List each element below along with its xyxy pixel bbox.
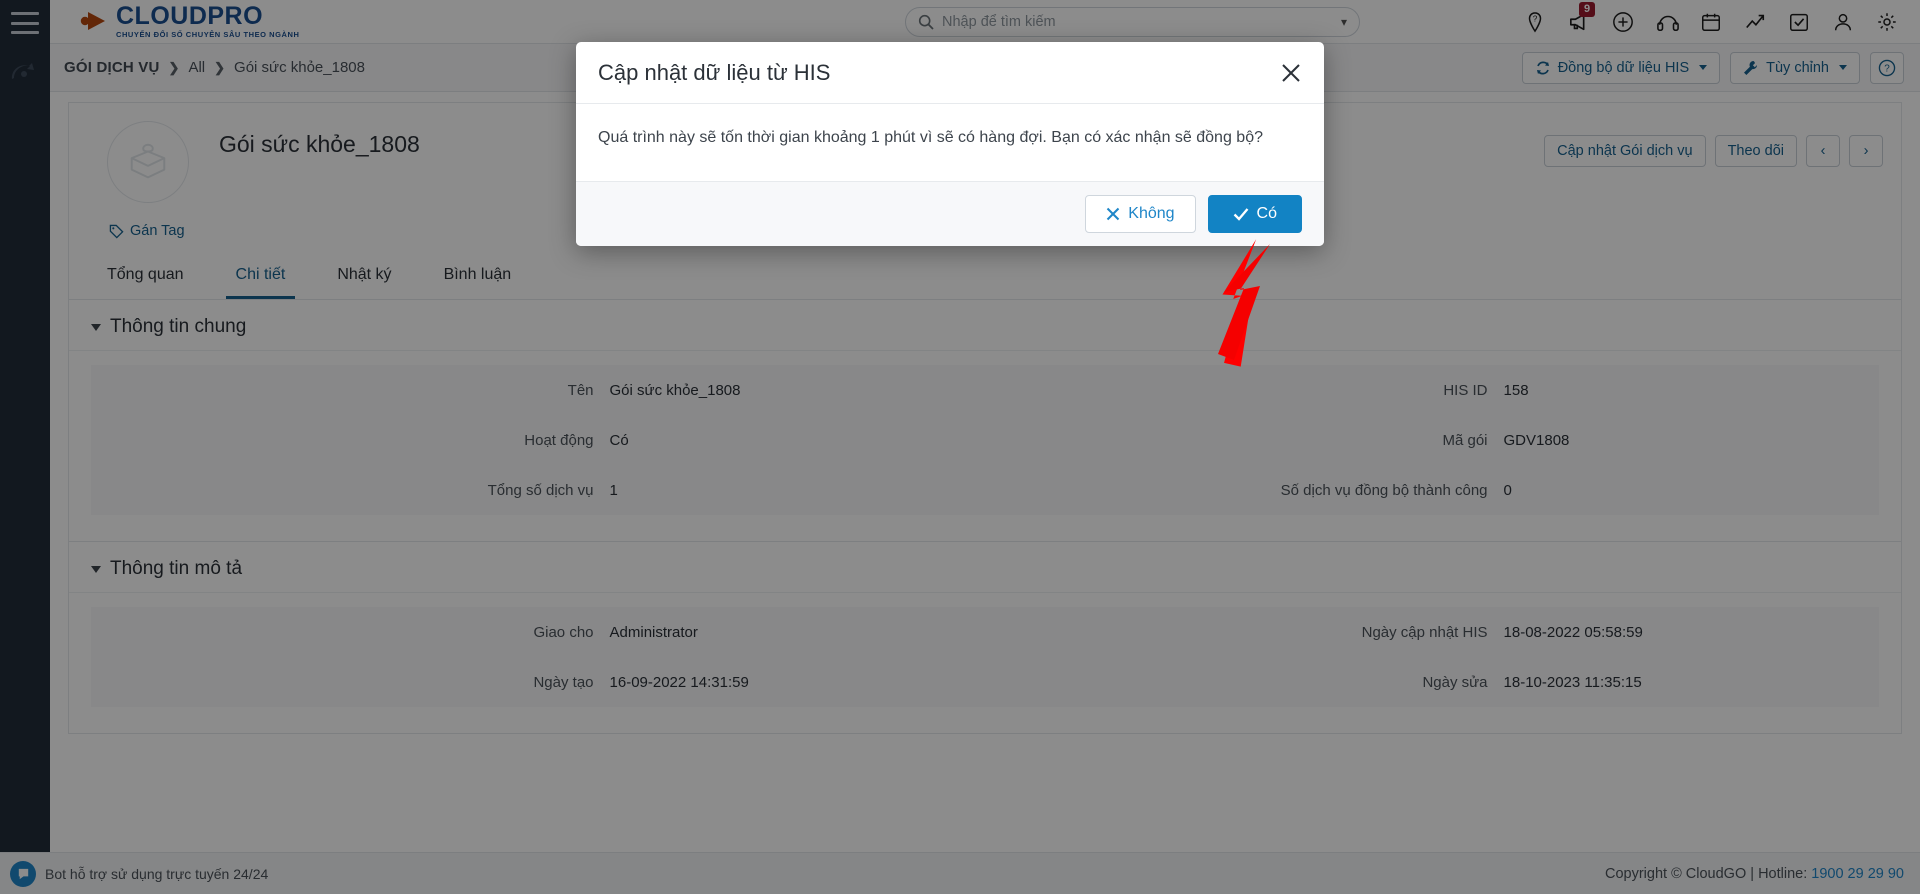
dialog-message: Quá trình này sẽ tốn thời gian khoảng 1 … bbox=[598, 129, 1263, 146]
x-icon bbox=[1107, 207, 1120, 221]
confirm-label: Có bbox=[1256, 204, 1277, 222]
app-root: CLOUDPRO CHUYỂN ĐỔI SỐ CHUYÊN SÂU THEO N… bbox=[0, 0, 1920, 894]
dialog-title: Cập nhật dữ liệu từ HIS bbox=[598, 59, 831, 85]
check-icon bbox=[1233, 208, 1248, 221]
cancel-label: Không bbox=[1128, 204, 1175, 222]
dialog-body: Quá trình này sẽ tốn thời gian khoảng 1 … bbox=[576, 104, 1324, 181]
annotation-arrow-icon bbox=[1218, 239, 1270, 367]
close-icon[interactable] bbox=[1278, 60, 1304, 86]
cancel-button[interactable]: Không bbox=[1085, 194, 1196, 233]
dialog-header: Cập nhật dữ liệu từ HIS bbox=[576, 42, 1324, 104]
confirm-button[interactable]: Có bbox=[1207, 194, 1302, 233]
dialog-footer: Không Có bbox=[576, 180, 1324, 246]
his-sync-confirm-dialog: Cập nhật dữ liệu từ HIS Quá trình này sẽ… bbox=[576, 42, 1324, 246]
